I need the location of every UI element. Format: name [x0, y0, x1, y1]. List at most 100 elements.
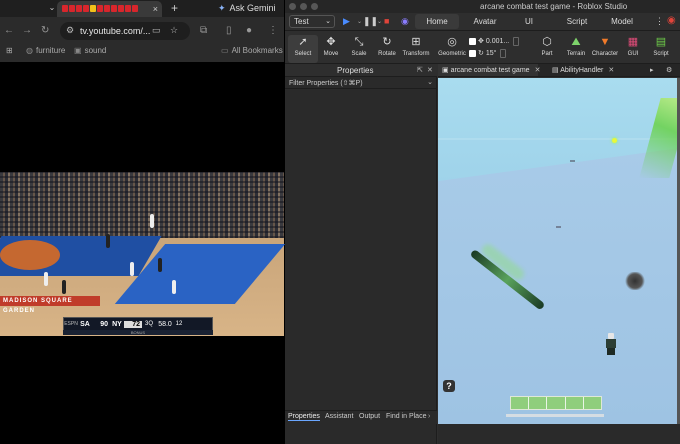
team-test-icon[interactable]: ◉ — [401, 16, 409, 27]
ask-gemini-button[interactable]: ✦ Ask Gemini — [218, 1, 284, 15]
tab-find-in-place[interactable]: Find in Place — [386, 413, 426, 420]
terrain-button[interactable]: ⛰ Terrain — [561, 35, 591, 63]
pause-icon[interactable]: ❚❚ — [363, 16, 378, 27]
roblox-studio-window: arcane combat test game - Roblox Studio … — [285, 0, 680, 444]
doc-tab-game[interactable]: ▣ arcane combat test game ✕ — [438, 64, 541, 76]
rotate-tool-button[interactable]: ↻ Rotate — [372, 35, 402, 63]
close-window-button[interactable] — [289, 3, 296, 10]
tab-title-glyph — [132, 5, 138, 12]
select-tool-button[interactable]: ➚ Select — [288, 35, 318, 63]
tab-properties[interactable]: Properties — [288, 413, 320, 421]
stop-icon[interactable]: ■ — [384, 16, 389, 26]
tab-model[interactable]: Model — [607, 14, 637, 29]
character-model[interactable] — [606, 333, 616, 355]
bookmark-sound[interactable]: ▣ sound — [74, 46, 106, 55]
rotate-snap-icon: ↻ — [478, 50, 484, 57]
gui-button[interactable]: ▦ GUI — [618, 35, 648, 63]
snap-rotate-stepper[interactable] — [500, 48, 507, 58]
apps-grid-icon[interactable]: ⊞ — [6, 46, 13, 55]
gui-label: GUI — [627, 51, 639, 57]
address-bar[interactable]: ⚙ tv.youtube.com/... ▭ ☆ — [60, 22, 190, 40]
3d-viewport[interactable]: ? — [438, 78, 680, 424]
tab-assistant[interactable]: Assistant — [325, 413, 353, 420]
character-legs — [607, 348, 615, 355]
debris — [556, 226, 561, 228]
tab-overflow-icon[interactable]: ▸ — [646, 64, 654, 76]
properties-panel: Properties ⇱ ✕ Filter Properties (⇧⌘P) ⌄… — [285, 64, 437, 444]
more-tabs-icon[interactable]: ⋮ — [655, 16, 664, 27]
part-label: Part — [541, 51, 553, 57]
test-mode-dropdown[interactable]: Test ⌄ — [289, 15, 335, 28]
doc-tab-abilityhandler[interactable]: ▤ AbilityHandler ✕ — [548, 64, 636, 76]
tab-title-glyph — [69, 5, 75, 12]
close-icon[interactable]: ✕ — [608, 67, 614, 74]
folder-icon: ▭ — [221, 46, 229, 55]
snap-move-value[interactable]: 0.001... — [486, 38, 509, 45]
popout-icon[interactable]: ⇱ — [417, 66, 423, 74]
all-bookmarks[interactable]: ▭ All Bookmarks — [221, 46, 283, 55]
snap-move-stepper[interactable] — [513, 36, 520, 46]
pause-options-chevron-icon[interactable]: ⌄ — [377, 18, 382, 25]
scale-tool-button[interactable]: ⤡ Scale — [344, 35, 374, 63]
title-bar: arcane combat test game - Roblox Studio — [285, 0, 680, 13]
snap-rotate-value[interactable]: 15° — [486, 50, 497, 57]
character-button[interactable]: ▼ Character — [590, 35, 620, 63]
site-info-icon[interactable]: ⚙ — [66, 25, 74, 36]
new-tab-button[interactable]: + — [171, 1, 178, 15]
help-button[interactable]: ? — [443, 380, 455, 392]
script-file-icon: ▤ — [552, 67, 561, 74]
settings-gear-icon[interactable]: ⚙ — [662, 64, 672, 76]
play-icon[interactable]: ▶ — [343, 16, 350, 27]
move-icon: ✥ — [326, 36, 336, 48]
browser-tab-active[interactable]: × — [57, 1, 162, 17]
health-segment — [547, 397, 566, 409]
tab-output[interactable]: Output — [359, 413, 380, 420]
move-tool-label: Move — [323, 51, 339, 57]
tab-avatar[interactable]: Avatar — [463, 14, 507, 29]
menu-kebab-icon[interactable]: ⋮ — [268, 25, 278, 36]
tab-close-icon[interactable]: × — [153, 4, 158, 14]
bookmarks-bar: ⊞ ◍ furniture ▣ sound ▭ All Bookmarks — [0, 44, 284, 59]
scoreboard: ESPN SA 90 NY 72 3Q 58.0 12 — [63, 317, 213, 331]
extensions-icon[interactable]: ⧉ — [200, 25, 207, 36]
tab-script[interactable]: Script — [557, 14, 597, 29]
reload-icon[interactable]: ↻ — [41, 25, 49, 36]
minimize-window-button[interactable] — [300, 3, 307, 10]
profile-avatar[interactable]: ● — [246, 25, 252, 36]
back-icon[interactable]: ← — [4, 25, 14, 36]
part-button[interactable]: ⬡ Part — [532, 35, 562, 63]
ribbon-tabs-bar: Test ⌄ ▶ ⌄ ❚❚ ⌄ ■ ◉ Home Avatar UI Script… — [285, 13, 680, 31]
snap-rotate-checkbox[interactable] — [469, 49, 476, 57]
script-button[interactable]: ▤ Script — [646, 35, 676, 63]
tab-home[interactable]: Home — [415, 14, 459, 29]
bookmark-furniture[interactable]: ◍ furniture — [26, 46, 65, 55]
move-snap-icon: ✥ — [478, 38, 484, 45]
tab-ui[interactable]: UI — [515, 14, 543, 29]
forward-icon[interactable]: → — [22, 25, 32, 36]
properties-filter-input[interactable]: Filter Properties (⇧⌘P) ⌄ — [285, 77, 437, 89]
zoom-window-button[interactable] — [311, 3, 318, 10]
doc-tab-abilityhandler-label: AbilityHandler — [560, 67, 604, 74]
crowd-shading — [0, 172, 284, 238]
close-icon[interactable]: ✕ — [535, 67, 541, 74]
health-segment — [566, 397, 584, 409]
navigation-bar: ← → ↻ ⚙ tv.youtube.com/... ▭ ☆ ⧉ ▯ ● ⋮ — [0, 18, 284, 44]
move-tool-button[interactable]: ✥ Move — [316, 35, 346, 63]
character-icon: ▼ — [599, 36, 611, 48]
close-icon[interactable]: ✕ — [427, 66, 433, 74]
snap-rotate-row: ↻ 15° — [469, 47, 529, 59]
snap-move-checkbox[interactable] — [469, 37, 476, 45]
play-options-chevron-icon[interactable]: ⌄ — [357, 18, 362, 25]
geometric-mode-button[interactable]: ◎ Geometric — [437, 35, 467, 63]
user-avatar[interactable]: ◉ — [667, 15, 676, 26]
cast-icon[interactable]: ▭ — [152, 25, 161, 36]
chevron-down-icon[interactable]: ⌄ — [427, 78, 433, 86]
court-logo — [0, 240, 60, 270]
transform-tool-button[interactable]: ⊞ Transform — [401, 35, 431, 63]
tab-title-glyph — [111, 5, 117, 12]
health-segment — [584, 397, 601, 409]
bookmark-star-icon[interactable]: ☆ — [170, 25, 178, 36]
more-tabs-chevron-icon[interactable]: › — [428, 413, 430, 420]
side-panel-icon[interactable]: ▯ — [226, 25, 232, 36]
desktop: ⌄ × + ✦ Ask Gemini ← → ↻ ⚙ tv.youtube.com… — [0, 0, 680, 444]
